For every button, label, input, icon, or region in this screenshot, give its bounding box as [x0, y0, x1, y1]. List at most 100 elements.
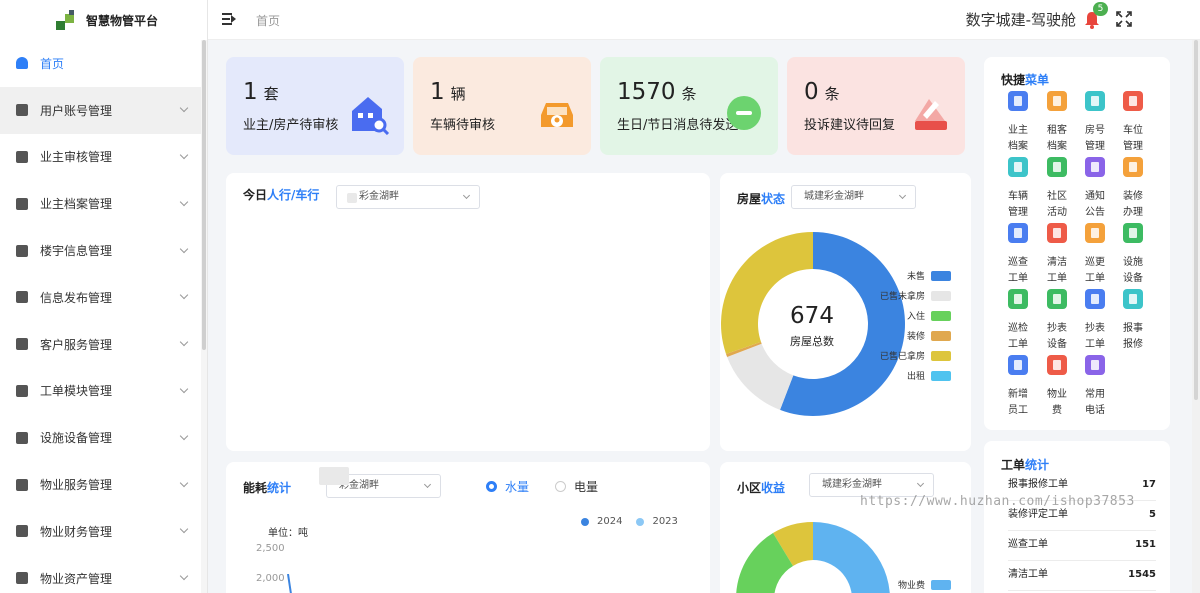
traffic-title-b: 人行/车行 [267, 188, 320, 202]
energy-community-select[interactable]: 彩金湖畔 [319, 467, 441, 498]
house-legend-item[interactable]: 已售已拿房 [880, 349, 951, 362]
quick-menu-item[interactable]: 新增 员工 [1005, 355, 1031, 419]
sidebar-item-10[interactable]: 物业财务管理 [0, 508, 207, 555]
quick-menu-item[interactable]: 车位 管理 [1120, 91, 1146, 155]
house-legend-item[interactable]: 入住 [907, 309, 951, 322]
quick-menu-item[interactable]: 巡更 工单 [1082, 223, 1108, 287]
blurred-text [319, 467, 349, 485]
house-legend-swatch [931, 270, 951, 281]
top-header: 首页 数字城建-驾驶舱 5 [208, 0, 1200, 40]
quick-menu-item[interactable]: 车辆 管理 [1005, 157, 1031, 221]
quick-menu-label-line: 抄表 [1085, 323, 1105, 334]
quick-menu-icon [1123, 91, 1143, 111]
radio-water[interactable]: 水量 [486, 478, 529, 495]
quick-menu-icon [1008, 289, 1028, 309]
quick-menu-label-line: 工单 [1085, 339, 1105, 350]
chevron-down-icon [423, 480, 432, 489]
sidebar-item-9[interactable]: 物业服务管理 [0, 461, 207, 508]
sidebar-item-3[interactable]: 业主档案管理 [0, 180, 207, 227]
quick-menu-item[interactable]: 租客 档案 [1044, 91, 1070, 155]
quick-menu-item[interactable]: 抄表 设备 [1044, 289, 1070, 353]
sidebar-item-label: 楼宇信息管理 [40, 244, 113, 259]
stat-number: 1 [430, 79, 445, 105]
radio-water-label: 水量 [505, 480, 530, 494]
quick-menu-label-line: 档案 [1047, 141, 1067, 152]
quick-menu-item[interactable]: 业主 档案 [1005, 91, 1031, 155]
quick-menu-label-line: 清洁 [1047, 257, 1067, 268]
house-legend-item[interactable]: 装修 [907, 329, 951, 342]
sidebar-item-2[interactable]: 业主审核管理 [0, 134, 207, 181]
menu-fold-icon[interactable] [222, 13, 236, 25]
sidebar-scroll-thumb[interactable] [202, 40, 206, 350]
quick-title-a: 快捷 [1001, 73, 1026, 87]
quick-menu-label: 巡查 工单 [1004, 255, 1032, 287]
quick-menu-label-line: 员工 [1008, 405, 1028, 416]
traffic-community-select[interactable]: 彩金湖畔 [336, 185, 480, 209]
chevron-down-icon [179, 384, 189, 394]
house-legend-item[interactable]: 未售 [907, 269, 951, 282]
quick-menu-item[interactable]: 报事 报修 [1120, 289, 1146, 353]
workorder-count: 1545 [1128, 569, 1156, 580]
quick-menu-label-line: 管理 [1008, 207, 1028, 218]
quick-menu-item[interactable]: 设施 设备 [1120, 223, 1146, 287]
legend-2023-label: 2023 [652, 516, 678, 527]
workorder-row[interactable]: 清洁工单 1545 [1008, 561, 1156, 591]
workorder-panel: 工单统计 报事报修工单 17 装修评定工单 5 巡查工单 151 清洁工单 1545 [984, 441, 1170, 593]
quick-menu-label-line: 设备 [1123, 273, 1143, 284]
quick-menu-label-line: 业主 [1008, 125, 1028, 136]
workorder-row[interactable]: 巡查工单 151 [1008, 531, 1156, 561]
quick-menu-label: 装修 办理 [1119, 189, 1147, 221]
quick-menu-item[interactable]: 巡查 工单 [1005, 223, 1031, 287]
quick-menu-label-line: 电话 [1085, 405, 1105, 416]
publish-icon [16, 291, 28, 304]
chevron-down-icon [179, 571, 189, 581]
sidebar-item-8[interactable]: 设施设备管理 [0, 414, 207, 461]
stat-card-1[interactable]: 1 辆车辆待审核 [413, 57, 591, 155]
quick-menu-icon [1047, 91, 1067, 111]
quick-menu-label-line: 工单 [1047, 273, 1067, 284]
user-icon [16, 104, 28, 117]
quick-menu-item[interactable]: 社区 活动 [1044, 157, 1070, 221]
stat-unit: 条 [681, 85, 697, 103]
sidebar-item-11[interactable]: 物业资产管理 [0, 555, 207, 593]
stat-card-3[interactable]: 0 条投诉建议待回复 [787, 57, 965, 155]
quick-menu-item[interactable]: 抄表 工单 [1082, 289, 1108, 353]
stat-card-0[interactable]: 1 套业主/房产待审核 [226, 57, 404, 155]
sidebar-item-1[interactable]: 用户账号管理 [0, 86, 207, 134]
fullscreen-icon[interactable] [1116, 11, 1132, 27]
page-scroll-thumb[interactable] [1194, 40, 1198, 400]
sidebar-item-6[interactable]: 客户服务管理 [0, 321, 207, 368]
radio-power[interactable]: 电量 [555, 478, 598, 495]
quick-menu-item[interactable]: 装修 办理 [1120, 157, 1146, 221]
breadcrumb[interactable]: 首页 [256, 12, 280, 29]
income-legend-label: 物业费 [897, 581, 925, 591]
quick-menu-item[interactable]: 物业费 [1044, 355, 1070, 419]
house-donut-slice[interactable] [727, 343, 794, 410]
house-community-select[interactable]: 城建彩金湖畔 [791, 185, 916, 209]
house-legend-item[interactable]: 已售未拿房 [880, 289, 951, 302]
quick-menu-item[interactable]: 通知 公告 [1082, 157, 1108, 221]
quick-menu-item[interactable]: 常用 电话 [1082, 355, 1108, 419]
quick-menu-label-line: 物业 [1047, 389, 1067, 400]
quick-menu-item[interactable]: 清洁 工单 [1044, 223, 1070, 287]
quick-menu-label: 巡检 工单 [1004, 321, 1032, 353]
house-legend-item[interactable]: 出租 [907, 369, 951, 382]
quick-menu-label-line: 办理 [1123, 207, 1143, 218]
quick-menu-item[interactable]: 巡检 工单 [1005, 289, 1031, 353]
stat-card-2[interactable]: 1570 条生日/节日消息待发送 [600, 57, 778, 155]
legend-2023-dot [636, 517, 645, 526]
traffic-title-a: 今日 [243, 188, 268, 202]
sidebar-item-4[interactable]: 楼宇信息管理 [0, 227, 207, 274]
quick-menu-label: 抄表 工单 [1081, 321, 1109, 353]
sidebar-item-5[interactable]: 信息发布管理 [0, 274, 207, 321]
sidebar-item-0[interactable]: 首页 [0, 40, 207, 87]
income-title-a: 小区 [737, 481, 762, 495]
page-scrollbar[interactable] [1192, 40, 1200, 593]
quick-menu-item[interactable]: 房号 管理 [1082, 91, 1108, 155]
sidebar-item-7[interactable]: 工单模块管理 [0, 368, 207, 415]
quick-menu-label-line: 工单 [1008, 273, 1028, 284]
quick-menu-label: 房号 管理 [1081, 123, 1109, 155]
house-total-value: 674 [790, 303, 834, 329]
audit-icon [16, 150, 28, 163]
sidebar-scrollbar[interactable] [201, 40, 207, 593]
